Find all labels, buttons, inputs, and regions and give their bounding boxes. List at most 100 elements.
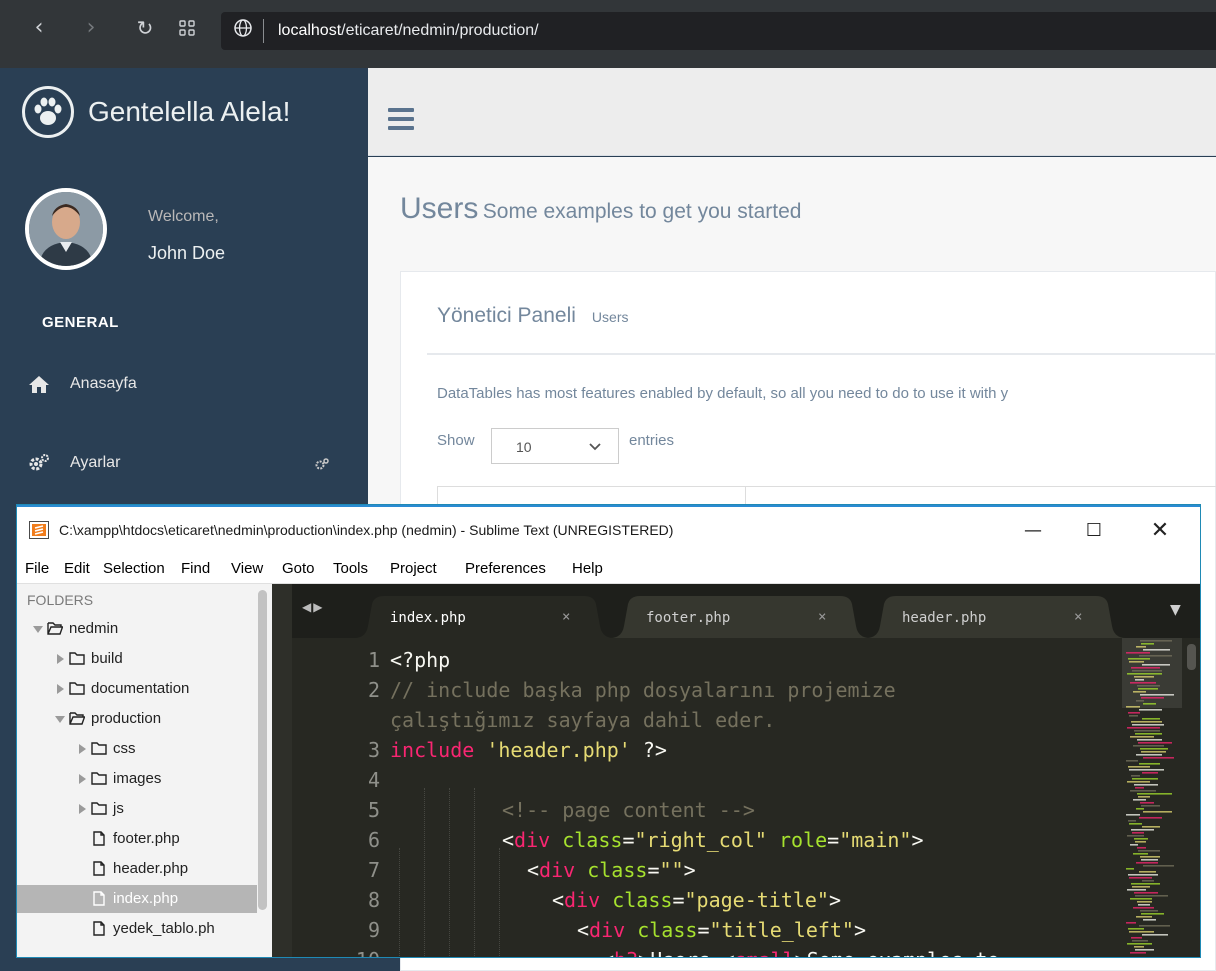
caret-right-icon[interactable] [77,774,87,784]
window-titlebar[interactable]: C:\xampp\htdocs\eticaret\nedmin\producti… [17,505,1200,553]
file-icon [93,891,105,906]
panel-divider [427,353,1216,355]
minimap[interactable] [1122,638,1182,957]
tree-item-label: documentation [91,680,190,697]
sidebar-splitter[interactable] [272,584,292,957]
code-line-3: include 'header.php' ?> [390,738,667,762]
menu-bar: File Edit Selection Find View Goto Tools… [17,553,1200,584]
line-number: 8 [367,888,380,912]
code-line-1: <?php [390,648,450,672]
code-tag: small [734,948,794,957]
folder-icon [69,682,85,695]
code-string: "title_left" [709,918,854,942]
caret-right-icon[interactable] [77,744,87,754]
tree-item-images[interactable]: images [17,765,257,793]
tree-item-production[interactable]: production [17,705,257,733]
maximize-button[interactable]: ☐ [1071,516,1117,546]
folder-icon [91,772,107,785]
tab-scroll-arrows-icon[interactable]: ◀▶ [302,600,324,614]
caret-down-icon[interactable] [55,714,65,724]
tree-item-build[interactable]: build [17,645,257,673]
line-number: 3 [367,738,380,762]
forward-button[interactable]: › [76,15,106,41]
menu-view[interactable]: View [231,560,263,577]
tab-close-icon[interactable]: × [562,609,570,625]
tree-item-documentation[interactable]: documentation [17,675,257,703]
tree-item-label: build [91,650,123,667]
tree-item-css[interactable]: css [17,735,257,763]
code-line-7: <div class=""> [527,858,696,882]
folder-icon [69,652,85,665]
code-line-2-wrap: çalıştığımız sayfaya dahil eder. [390,708,775,732]
minimize-button[interactable]: — [1010,516,1056,546]
menu-goto[interactable]: Goto [282,560,315,577]
indent-guide [499,848,500,957]
reload-button[interactable]: ↻ [130,15,160,41]
menu-selection[interactable]: Selection [103,560,165,577]
tree-item-index-php[interactable]: index.php [17,885,257,913]
menu-tools[interactable]: Tools [333,560,368,577]
cogs-icon [29,454,49,471]
tree-item-footer-php[interactable]: footer.php [17,825,257,853]
indent-guide [449,788,450,957]
tab-bar: ◀▶ index.php × footer.php × header.php ×… [292,584,1200,638]
tab-close-icon[interactable]: × [818,609,826,625]
back-button[interactable]: ‹ [24,15,54,41]
sidebar-scrollbar[interactable] [258,590,267,910]
menu-help[interactable]: Help [572,560,603,577]
caret-right-icon[interactable] [55,684,65,694]
tab-footer-php[interactable]: footer.php × [610,596,870,638]
code-token: <?php [390,648,451,672]
tree-item-label: nedmin [69,620,119,637]
tree-item-label: index.php [113,890,179,907]
sublime-app-icon [29,521,49,539]
tree-item-label: footer.php [113,830,180,847]
profile-username: John Doe [148,243,226,263]
tab-header-php[interactable]: header.php × [866,596,1126,638]
address-bar[interactable]: localhost/eticaret/nedmin/production/ [221,12,1216,50]
apps-button[interactable] [172,15,202,41]
tab-index-php[interactable]: index.php × [354,596,614,638]
code-tag: div [539,858,576,882]
avatar [25,188,107,270]
indent-guide [424,788,425,957]
menu-preferences[interactable]: Preferences [465,560,546,577]
indent-guide [399,848,400,957]
editor-scrollbar[interactable] [1187,644,1196,670]
caret-right-icon[interactable] [77,804,87,814]
code-line-10: <h3>Users <small>Some examples to [602,948,999,957]
window-title: C:\xampp\htdocs\eticaret\nedmin\producti… [59,522,674,538]
tree-item-label: js [113,800,124,817]
menu-edit[interactable]: Edit [64,560,90,577]
code-string: 'header.php' [486,738,631,762]
sublime-text-window: C:\xampp\htdocs\eticaret\nedmin\producti… [17,505,1200,957]
menu-toggle-icon[interactable] [388,108,414,135]
tree-item-nedmin[interactable]: nedmin [17,615,257,643]
close-button[interactable]: ✕ [1137,516,1183,546]
url-text[interactable]: localhost/eticaret/nedmin/production/ [278,22,539,40]
tree-item-header-php[interactable]: header.php [17,855,257,883]
code-comment: çalıştığımız sayfaya dahil eder. [390,708,776,732]
code-tag: div [514,828,551,852]
caret-down-icon[interactable] [33,624,43,634]
tab-dropdown-icon[interactable]: ▼ [1170,602,1181,618]
sidebar-item-anasayfa[interactable]: Anasayfa [28,373,348,399]
page-heading: Users [400,192,479,225]
tab-close-icon[interactable]: × [1074,609,1082,625]
code-editor[interactable]: 1 2 3 4 5 6 7 8 9 10 <?php // include başka php d… [292,638,1200,957]
menu-find[interactable]: Find [181,560,210,577]
code-line-9: <div class="title_left"> [577,918,867,942]
tree-item-label: css [113,740,136,757]
tree-item-yedek-tablo-ph[interactable]: yedek_tablo.ph [17,915,257,943]
tree-item-js[interactable]: js [17,795,257,823]
caret-right-icon[interactable] [55,654,65,664]
code-string: "right_col" [634,828,767,852]
line-number: 6 [367,828,380,852]
sidebar-item-ayarlar[interactable]: Ayarlar [28,452,348,478]
menu-file[interactable]: File [25,560,49,577]
entries-select-value: 10 [516,439,532,455]
indent-guide [474,788,475,957]
entries-select[interactable]: 10 [491,428,619,464]
code-tag: div [589,918,626,942]
menu-project[interactable]: Project [390,560,437,577]
